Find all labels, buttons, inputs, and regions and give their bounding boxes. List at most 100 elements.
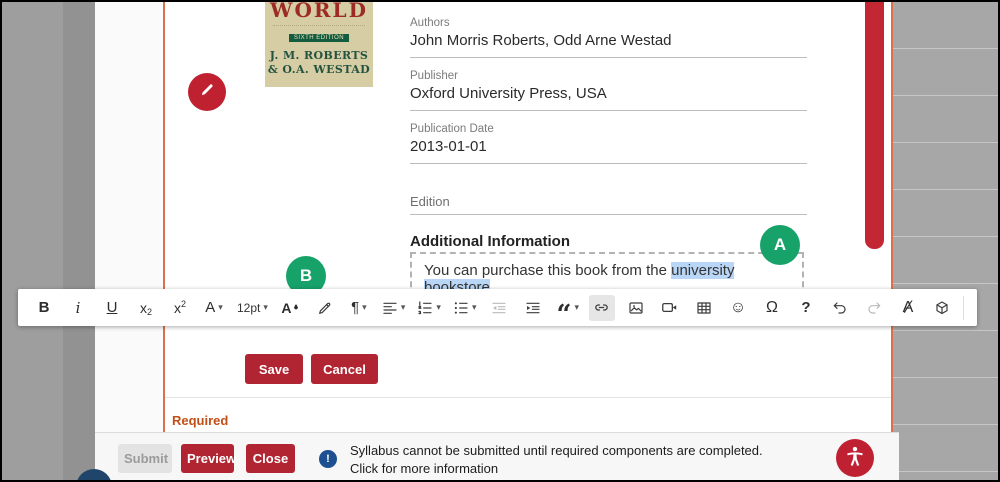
close-button[interactable]: Close [246, 444, 295, 473]
toolbar-clear-formatting-button[interactable]: Ⱥ [895, 295, 921, 321]
book-cover-authors: J. M. ROBERTS & O.A. WESTAD [265, 49, 373, 78]
text-color-icon: A [281, 300, 300, 316]
edition-label: Edition [410, 194, 450, 209]
subscript-sub-glyph: 2 [146, 306, 152, 317]
toolbar-decrease-indent-button [486, 295, 512, 321]
edit-book-button[interactable] [188, 73, 226, 111]
book-cover-author-line1: J. M. ROBERTS [269, 49, 369, 62]
dropdown-caret-icon: ▾ [574, 302, 579, 312]
toolbar-insert-image-button[interactable] [623, 295, 649, 321]
submit-notice[interactable]: Syllabus cannot be submitted until requi… [350, 442, 763, 478]
cube-icon [934, 300, 950, 316]
panel-left-border [163, 2, 165, 432]
outdent-icon [491, 300, 507, 316]
submit-notice-line1: Syllabus cannot be submitted until requi… [350, 443, 763, 458]
toolbar-insert-video-button[interactable] [657, 295, 683, 321]
save-button[interactable]: Save [245, 354, 303, 384]
subscript-glyph: x [139, 299, 147, 316]
toolbar-insert-table-button[interactable] [691, 295, 717, 321]
editor-text-before: You can purchase this book from the [424, 262, 672, 279]
required-note: Required [172, 413, 229, 428]
panel-right-border [891, 2, 893, 432]
toolbar-font-size-button[interactable]: 12pt ▾ [235, 295, 270, 321]
book-cover-title: WORLD [270, 2, 368, 22]
italic-glyph: i [75, 298, 81, 317]
footer-bar: Submit Preview Close ! Syllabus cannot b… [95, 432, 899, 480]
annotation-badge-a: A [760, 225, 800, 265]
dropdown-caret-icon: ▾ [218, 302, 223, 312]
edition-field[interactable]: Edition [410, 194, 807, 215]
vertical-scrollbar-thumb[interactable] [865, 2, 884, 249]
toolbar-special-characters-button[interactable]: Ω [759, 295, 785, 321]
undo-icon [832, 300, 848, 316]
toolbar-separator [962, 295, 964, 320]
toolbar-help-button[interactable]: ? [793, 295, 819, 321]
panel-divider [165, 397, 891, 398]
dropdown-caret-icon: ▾ [471, 302, 477, 312]
toolbar-highlighter-button[interactable] [312, 295, 338, 321]
toolbar-undo-button[interactable] [827, 295, 853, 321]
publisher-label: Publisher [410, 70, 458, 82]
underline-glyph: U [106, 299, 118, 316]
toolbar-insert-link-button[interactable] [588, 294, 615, 321]
background-dimmed-table [893, 2, 998, 480]
toolbar-italic-button[interactable]: i [65, 295, 91, 321]
toolbar-paragraph-format-button[interactable]: ¶ ▾ [346, 295, 372, 321]
submit-notice-line2: Click for more information [350, 461, 499, 476]
publication-date-value: 2013-01-01 [410, 138, 487, 155]
accessibility-button[interactable] [836, 439, 874, 477]
publisher-field[interactable]: Publisher Oxford University Press, USA [410, 70, 807, 111]
paragraph-format-glyph: ¶ [351, 299, 360, 316]
toolbar-increase-indent-button[interactable] [520, 295, 546, 321]
pencil-icon [199, 81, 216, 103]
dropdown-caret-icon: ▾ [400, 302, 406, 312]
cancel-button[interactable]: Cancel [311, 354, 378, 384]
toolbar-alignment-button[interactable]: ▾ [380, 295, 408, 321]
background-left-rail [63, 2, 95, 480]
table-icon [696, 300, 712, 316]
dropdown-caret-icon: ▾ [263, 302, 268, 312]
preview-button[interactable]: Preview [181, 444, 236, 473]
authors-field[interactable]: Authors John Morris Roberts, Odd Arne We… [410, 17, 807, 58]
align-icon [382, 300, 398, 316]
font-size-glyph: 12pt [237, 300, 261, 315]
book-cover-edition-banner: SIXTH EDITION [288, 34, 350, 42]
page-left-margin [95, 2, 165, 432]
image-icon [628, 300, 644, 316]
publisher-value: Oxford University Press, USA [410, 85, 607, 102]
indent-icon [525, 300, 541, 316]
toolbar-blockquote-button[interactable]: “▾ [554, 295, 581, 330]
book-cover-author-line2: & O.A. WESTAD [267, 63, 371, 77]
ordered-list-icon [417, 300, 433, 316]
video-icon [661, 299, 678, 316]
toolbar-superscript-button[interactable]: x2 [167, 295, 193, 321]
toolbar-bold-button[interactable]: B [31, 295, 57, 321]
toolbar-font-family-button[interactable]: A ▾ [201, 295, 227, 321]
link-icon [593, 299, 610, 316]
toolbar-embed-button[interactable] [929, 295, 955, 321]
help-glyph: ? [801, 299, 811, 316]
toolbar-emoticons-button[interactable]: ☺ [725, 295, 751, 321]
publication-date-label: Publication Date [410, 123, 494, 135]
authors-label: Authors [410, 17, 450, 29]
book-cover-image: WORLD SIXTH EDITION J. M. ROBERTS & O.A.… [265, 2, 373, 87]
toolbar-subscript-button[interactable]: x2 [133, 295, 159, 321]
app-stage: WORLD SIXTH EDITION J. M. ROBERTS & O.A.… [2, 2, 998, 480]
authors-value: John Morris Roberts, Odd Arne Westad [410, 32, 672, 49]
bold-glyph: B [38, 299, 50, 316]
info-icon[interactable]: ! [319, 450, 337, 468]
blockquote-glyph: “ [556, 299, 572, 330]
font-family-glyph: A [205, 299, 216, 316]
additional-information-heading: Additional Information [410, 233, 570, 250]
editor-toolbar: Bi Ux 2 x 2 A ▾ 12pt ▾ A ¶ ▾ ▾ ▾ ▾ “▾ ☺ Ω? Ⱥ [18, 289, 977, 330]
superscript-sup-glyph: 2 [180, 298, 186, 309]
accessibility-icon [844, 445, 866, 472]
pen-icon [317, 300, 333, 316]
publication-date-field[interactable]: Publication Date 2013-01-01 [410, 123, 807, 164]
toolbar-text-color-button[interactable]: A [278, 295, 304, 321]
redo-icon [866, 300, 882, 316]
toolbar-underline-button[interactable]: U [99, 295, 125, 321]
special-characters-glyph: Ω [766, 298, 778, 316]
toolbar-ordered-list-button[interactable]: ▾ [415, 295, 443, 321]
toolbar-bullet-list-button[interactable]: ▾ [451, 295, 479, 321]
